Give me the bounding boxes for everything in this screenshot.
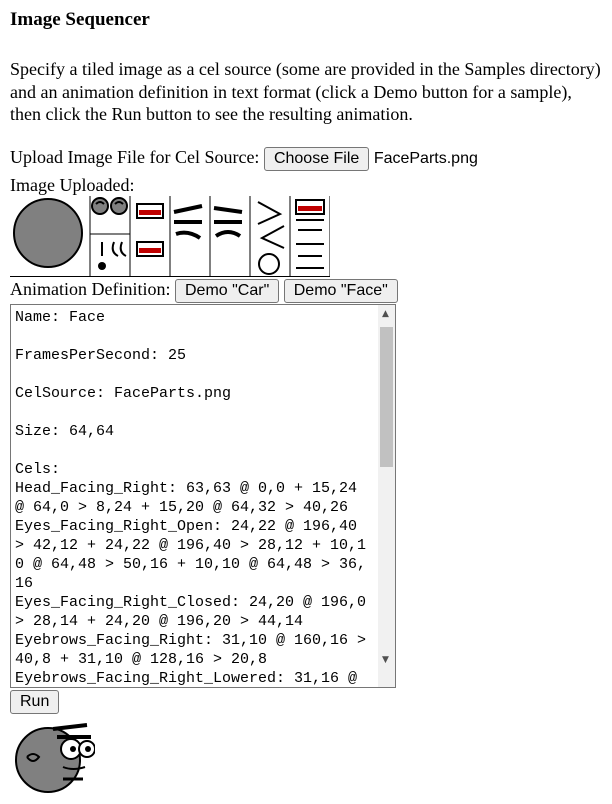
uploaded-filename: FaceParts.png <box>373 149 478 167</box>
upload-row: Upload Image File for Cel Source: Choose… <box>10 146 478 171</box>
animation-row: Animation Definition: Demo "Car" Demo "F… <box>10 278 398 303</box>
textarea-scrollbar[interactable]: ▲ ▼ <box>378 305 395 687</box>
scroll-down-icon[interactable]: ▼ <box>382 655 389 665</box>
choose-file-button[interactable]: Choose File <box>263 146 370 171</box>
run-button[interactable]: Run <box>10 689 60 714</box>
description: Specify a tiled image as a cel source (s… <box>10 59 601 124</box>
scroll-up-icon[interactable]: ▲ <box>382 309 389 319</box>
animation-definition-label: Animation Definition: <box>10 279 171 299</box>
animation-definition-text: Name: Face FramesPerSecond: 25 CelSource… <box>15 309 367 687</box>
image-uploaded-label: Image Uploaded: <box>10 175 135 195</box>
demo-car-button[interactable]: Demo "Car" <box>174 278 280 303</box>
animation-preview <box>13 717 96 799</box>
upload-label: Upload Image File for Cel Source: <box>10 147 260 167</box>
run-row: Run <box>10 689 60 714</box>
cel-source-image <box>10 196 331 277</box>
animation-definition-textarea[interactable]: Name: Face FramesPerSecond: 25 CelSource… <box>10 304 396 688</box>
page-title: Image Sequencer <box>10 9 150 30</box>
demo-face-button[interactable]: Demo "Face" <box>283 278 398 303</box>
scroll-thumb[interactable] <box>380 327 393 467</box>
